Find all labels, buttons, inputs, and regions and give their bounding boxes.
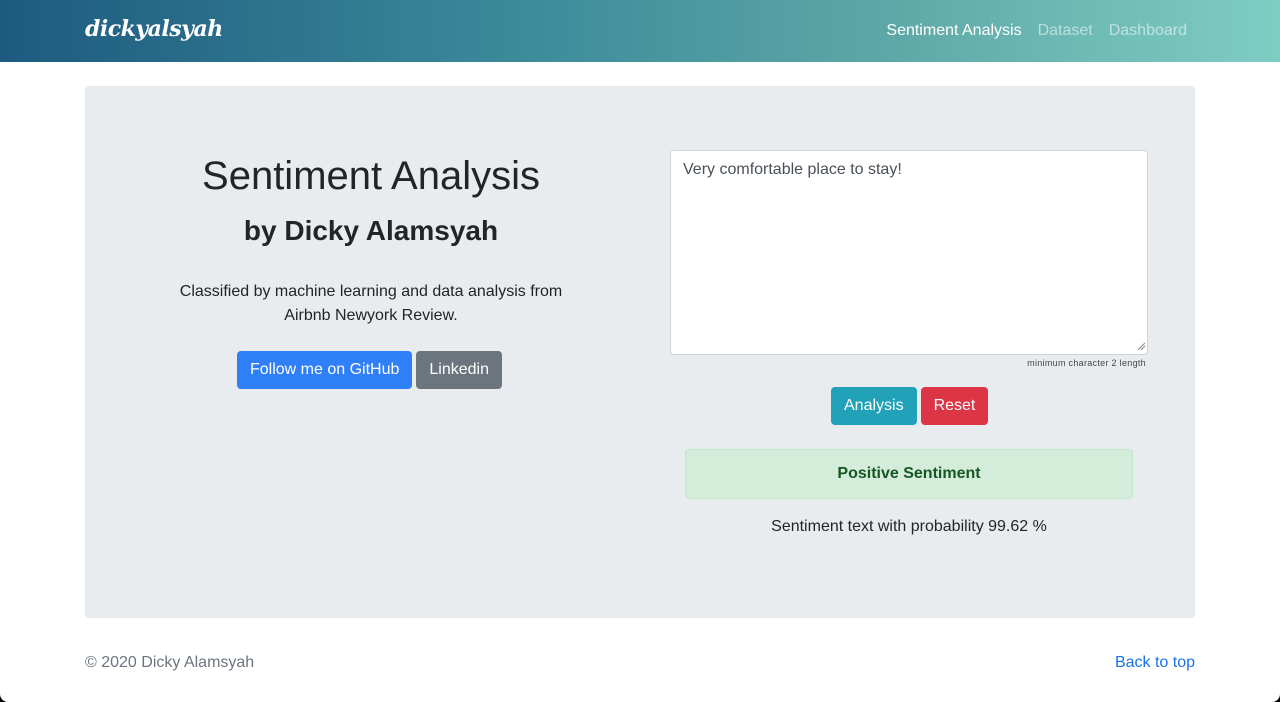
github-button[interactable]: Follow me on GitHub — [237, 351, 413, 389]
resize-handle-icon[interactable] — [1136, 341, 1146, 351]
probability-text: Sentiment text with probability 99.62 % — [771, 518, 1047, 535]
brand-logo[interactable]: dickyalsyah — [85, 16, 223, 42]
nav-link-sentiment-analysis[interactable]: Sentiment Analysis — [886, 20, 1021, 42]
copyright-text: © 2020 Dicky Alamsyah — [85, 654, 255, 671]
min-length-hint: minimum character 2 length — [1027, 358, 1146, 368]
reset-button[interactable]: Reset — [920, 387, 989, 425]
page-subtitle: by Dicky Alamsyah — [243, 215, 499, 246]
analysis-button[interactable]: Analysis — [831, 387, 917, 425]
jumbotron: Sentiment Analysis by Dicky Alamsyah Cla… — [85, 86, 1195, 618]
navbar: dickyalsyah Sentiment Analysis Dataset D… — [0, 0, 1280, 62]
back-to-top-link[interactable]: Back to top — [1115, 653, 1195, 673]
form-actions: Analysis Reset — [831, 387, 989, 425]
page: dickyalsyah Sentiment Analysis Dataset D… — [0, 0, 1280, 702]
nav-links: Sentiment Analysis Dataset Dashboard — [886, 20, 1187, 42]
nav-link-dashboard[interactable]: Dashboard — [1109, 20, 1187, 42]
nav-link-dataset[interactable]: Dataset — [1038, 20, 1093, 42]
page-title: Sentiment Analysis — [202, 154, 540, 198]
social-buttons: Follow me on GitHub Linkedin — [237, 351, 502, 389]
review-text-input[interactable]: Very comfortable place to stay! — [670, 150, 1148, 355]
linkedin-button[interactable]: Linkedin — [416, 351, 502, 389]
sentiment-result-alert: Positive Sentiment — [685, 449, 1133, 499]
description: Classified by machine learning and data … — [179, 283, 563, 324]
